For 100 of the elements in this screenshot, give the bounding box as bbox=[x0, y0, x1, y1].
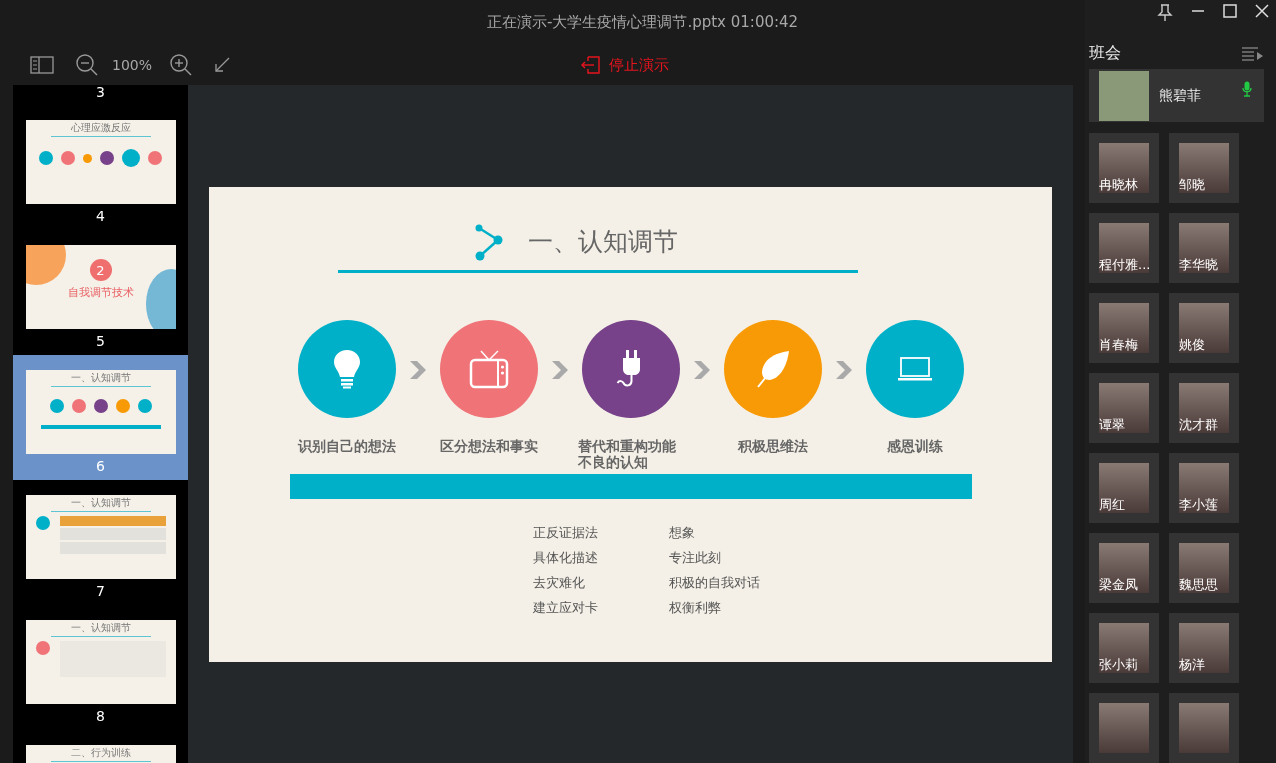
participant-name: 张小莉 bbox=[1099, 657, 1138, 673]
photo-placeholder bbox=[1099, 303, 1149, 353]
participant-tile[interactable]: 沈才群 bbox=[1169, 373, 1239, 443]
slide-number: 5 bbox=[96, 332, 105, 351]
participant-tile[interactable]: 肖春梅 bbox=[1089, 293, 1159, 363]
close-icon[interactable] bbox=[1255, 4, 1269, 18]
chevron-right-icon bbox=[551, 360, 568, 379]
method-text: 去灾难化 bbox=[532, 573, 586, 592]
step-label: 感恩训练 bbox=[885, 437, 944, 454]
participant-tile[interactable]: 李华晓 bbox=[1169, 213, 1239, 283]
slide-thumbnail[interactable]: 一、认知调节 bbox=[25, 495, 176, 579]
thumbnail-title: 一、认知调节 bbox=[70, 497, 131, 509]
thumbnail-title: 一、认知调节 bbox=[70, 622, 131, 634]
photo-placeholder bbox=[1099, 70, 1149, 121]
playlist-icon[interactable] bbox=[1242, 46, 1264, 61]
participant-tile[interactable]: 李小莲 bbox=[1169, 453, 1239, 523]
photo-placeholder bbox=[1179, 303, 1229, 353]
photo-placeholder bbox=[1099, 143, 1149, 193]
participant-name: 程付雅... bbox=[1099, 257, 1151, 273]
slide-thumbnail[interactable]: 心理应激反应 bbox=[25, 120, 176, 204]
chevron-right-icon bbox=[409, 360, 426, 379]
thumbnail-title: 二、行为训练 bbox=[70, 747, 131, 759]
meeting-title: 班会 bbox=[1089, 43, 1121, 65]
slide-number: 8 bbox=[96, 707, 105, 726]
exit-fullscreen-icon[interactable] bbox=[214, 57, 231, 73]
participant-name: 姚俊 bbox=[1179, 337, 1205, 353]
maximize-icon[interactable] bbox=[1223, 4, 1237, 18]
stop-presentation-button[interactable]: 停止演示 bbox=[577, 53, 674, 77]
step-label: 积极思维法 bbox=[736, 437, 809, 454]
step-label: 区分想法和事实 bbox=[438, 437, 539, 454]
participant-name: 冉晓林 bbox=[1099, 177, 1138, 193]
selected-thumbnail-item[interactable]: 一、认知调节 6 bbox=[13, 355, 188, 480]
participant-tile[interactable]: 魏思思 bbox=[1169, 533, 1239, 603]
host-card[interactable]: 熊碧菲 bbox=[1089, 69, 1264, 122]
participant-tile[interactable]: 邹晓 bbox=[1169, 133, 1239, 203]
thumbnail-item[interactable]: 2 自我调节技术 5 bbox=[13, 230, 188, 355]
slide-thumbnail[interactable]: 一、认知调节 bbox=[25, 370, 176, 454]
participant-tile[interactable]: 冉晓林 bbox=[1089, 133, 1159, 203]
photo-placeholder bbox=[1179, 383, 1229, 433]
host-name: 熊碧菲 bbox=[1159, 86, 1201, 105]
method-text: 专注此刻 bbox=[668, 548, 722, 567]
slide-thumbnail[interactable]: 二、行为训练 bbox=[25, 745, 176, 763]
photo-placeholder bbox=[1179, 223, 1229, 273]
participant-tile[interactable]: 张小莉 bbox=[1089, 613, 1159, 683]
thumbnail-item[interactable]: 3 bbox=[13, 85, 188, 105]
participant-name: 邹晓 bbox=[1179, 177, 1205, 193]
method-text: 想象 bbox=[668, 523, 696, 542]
chevron-right-icon bbox=[835, 360, 852, 379]
method-text: 建立应对卡 bbox=[532, 598, 599, 617]
step-label: 识别自己的想法 bbox=[296, 437, 397, 454]
photo-placeholder bbox=[1179, 463, 1229, 513]
thumbnail-title: 心理应激反应 bbox=[70, 122, 131, 134]
photo-placeholder bbox=[1099, 623, 1149, 673]
leaf-icon bbox=[755, 349, 790, 388]
participant-tile[interactable]: 杨洋 bbox=[1169, 613, 1239, 683]
photo-placeholder bbox=[1099, 703, 1149, 753]
photo-placeholder bbox=[1179, 623, 1229, 673]
lightbulb-icon bbox=[332, 348, 361, 389]
pin-icon[interactable] bbox=[1157, 4, 1173, 22]
chevron-right-icon bbox=[693, 360, 710, 379]
photo-placeholder bbox=[1099, 223, 1149, 273]
tv-icon bbox=[468, 348, 509, 389]
zoom-level: 100% bbox=[112, 57, 153, 73]
thumbnail-item[interactable]: 一、认知调节 7 bbox=[13, 480, 188, 605]
thumbnail-item[interactable]: 心理应激反应 4 bbox=[13, 105, 188, 230]
photo-placeholder bbox=[1099, 383, 1149, 433]
thumbnail-title: 自我调节技术 bbox=[67, 285, 134, 300]
participant-name: 周红 bbox=[1099, 497, 1125, 513]
step-label: 替代和重构功能不良的认知 bbox=[577, 437, 677, 470]
laptop-icon bbox=[896, 355, 933, 382]
zoom-out-icon[interactable] bbox=[76, 54, 98, 76]
participant-tile[interactable] bbox=[1089, 693, 1159, 763]
method-text: 具体化描述 bbox=[532, 548, 599, 567]
participant-tile[interactable] bbox=[1169, 693, 1239, 763]
participant-name: 沈才群 bbox=[1179, 417, 1218, 433]
thumbnail-item[interactable]: 一、认知调节 8 bbox=[13, 605, 188, 730]
photo-placeholder bbox=[1179, 543, 1229, 593]
participant-name: 谭翠 bbox=[1099, 417, 1125, 433]
participant-name: 杨洋 bbox=[1179, 657, 1205, 673]
participant-tile[interactable]: 梁金凤 bbox=[1089, 533, 1159, 603]
sidebar-toggle-icon[interactable] bbox=[30, 56, 54, 74]
participant-tile[interactable]: 程付雅... bbox=[1089, 213, 1159, 283]
photo-placeholder bbox=[1179, 703, 1229, 753]
photo-placeholder bbox=[1099, 543, 1149, 593]
participant-name: 肖春梅 bbox=[1099, 337, 1138, 353]
method-text: 积极的自我对话 bbox=[668, 573, 761, 592]
method-text: 正反证据法 bbox=[532, 523, 599, 542]
slide-number: 7 bbox=[96, 582, 105, 601]
slide-number: 4 bbox=[96, 207, 105, 226]
participant-tile[interactable]: 姚俊 bbox=[1169, 293, 1239, 363]
participant-tile[interactable]: 谭翠 bbox=[1089, 373, 1159, 443]
slide-number: 3 bbox=[96, 85, 105, 99]
zoom-in-icon[interactable] bbox=[170, 54, 193, 76]
participant-tile[interactable]: 周红 bbox=[1089, 453, 1159, 523]
slide-thumbnail[interactable]: 一、认知调节 bbox=[25, 620, 176, 704]
section-number-badge: 2 bbox=[89, 259, 112, 281]
participant-name: 梁金凤 bbox=[1099, 577, 1138, 593]
window-title: 正在演示-大学生疫情心理调节.pptx 01:00:42 bbox=[487, 13, 799, 32]
thumbnail-item[interactable]: 二、行为训练 bbox=[13, 730, 188, 763]
photo-placeholder bbox=[1179, 143, 1229, 193]
